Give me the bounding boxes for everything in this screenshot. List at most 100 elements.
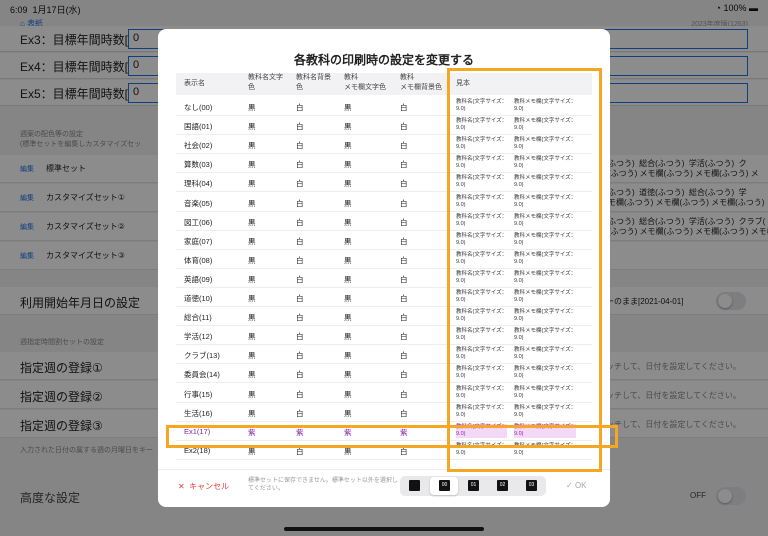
subject-bg-color: 白 [296,160,304,170]
memo-text-color: 黒 [344,198,352,208]
subject-bg-color: 白 [296,370,304,380]
subject-text-color: 黒 [248,408,256,418]
memo-text-color: 黒 [344,389,352,399]
memo-text-color: 黒 [344,313,352,323]
memo-text-color: 黒 [344,122,352,132]
memo-text-color: 黒 [344,217,352,227]
memo-bg-color: 白 [400,351,408,361]
subject-bg-color: 白 [296,217,304,227]
memo-bg-color: 白 [400,217,408,227]
subject-bg-color: 白 [296,274,304,284]
set-selector[interactable]: 00 01 02 03 [400,476,546,496]
memo-bg-color: 白 [400,389,408,399]
header-memo-bg-color: 教科 メモ欄背景色 [400,74,442,91]
subject-bg-color: 白 [296,122,304,132]
sample-column-highlight [447,68,602,472]
subject-name: 社会(02) [184,141,213,151]
memo-bg-color: 白 [400,274,408,284]
memo-text-color: 黒 [344,332,352,342]
subject-text-color: 黒 [248,389,256,399]
segment-00[interactable]: 00 [439,480,450,491]
subject-text-color: 黒 [248,332,256,342]
subject-name: 音楽(05) [184,198,213,208]
header-subject-bg-color: 教科名背景 色 [296,74,331,91]
header-subject-text-color: 教科名文字 色 [248,74,283,91]
subject-text-color: 黒 [248,255,256,265]
memo-text-color: 黒 [344,236,352,246]
memo-bg-color: 白 [400,370,408,380]
subject-bg-color: 白 [296,294,304,303]
memo-text-color: 黒 [344,370,352,380]
memo-bg-color: 白 [400,122,408,132]
subject-text-color: 黒 [248,313,256,323]
memo-bg-color: 白 [400,179,408,189]
subject-name: 行事(15) [184,389,213,399]
subject-bg-color: 白 [296,408,304,418]
memo-bg-color: 白 [400,141,408,151]
memo-text-color: 黒 [344,351,352,361]
ok-button[interactable]: ✓ OK [566,481,587,490]
memo-bg-color: 白 [400,160,408,170]
subject-bg-color: 白 [296,103,304,112]
memo-text-color: 黒 [344,408,352,418]
dialog-title: 各教科の印刷時の設定を変更する [293,53,474,67]
subject-bg-color: 白 [296,389,304,399]
footer-note: 標準セットに保存できません。標準セット以外を選択してください。 [248,478,398,492]
segment-02[interactable]: 02 [497,480,508,491]
memo-bg-color: 白 [400,294,408,303]
subject-text-color: 黒 [248,370,256,380]
subject-name: 学活(12) [184,332,213,342]
subject-bg-color: 白 [296,332,304,342]
memo-bg-color: 白 [400,313,408,323]
segment-standard[interactable] [409,480,420,491]
subject-name: なし(00) [184,103,213,112]
subject-name: 道徳(10) [184,294,213,303]
subject-bg-color: 白 [296,198,304,208]
memo-text-color: 黒 [344,255,352,265]
subject-text-color: 黒 [248,141,256,151]
subject-name: 図工(06) [184,217,213,227]
subject-bg-color: 白 [296,236,304,246]
subject-text-color: 黒 [248,103,256,112]
memo-text-color: 黒 [344,294,352,303]
header-memo-text-color: 教科 メモ欄文字色 [344,74,386,91]
memo-bg-color: 白 [400,236,408,246]
memo-text-color: 黒 [344,160,352,170]
subject-text-color: 黒 [248,274,256,284]
subject-text-color: 黒 [248,122,256,132]
subject-name: 英語(09) [184,274,213,284]
home-indicator [284,527,484,531]
memo-text-color: 黒 [344,179,352,189]
subject-text-color: 黒 [248,294,256,303]
subject-text-color: 黒 [248,198,256,208]
memo-bg-color: 白 [400,408,408,418]
subject-bg-color: 白 [296,351,304,361]
subject-text-color: 黒 [248,179,256,189]
subject-text-color: 黒 [248,236,256,246]
memo-bg-color: 白 [400,103,408,112]
segment-01[interactable]: 01 [468,480,479,491]
subject-name: 家庭(07) [184,236,213,246]
subject-bg-color: 白 [296,179,304,189]
subject-name: 総合(11) [184,313,212,323]
memo-bg-color: 白 [400,255,408,265]
subject-name: 国語(01) [184,122,213,132]
subject-name: 理科(04) [184,179,213,189]
dialog-footer: ✕ キャンセル 標準セットに保存できません。標準セット以外を選択してください。 … [158,469,610,505]
header-name: 表示名 [184,80,205,87]
subject-text-color: 黒 [248,217,256,227]
memo-text-color: 黒 [344,141,352,151]
subject-name: 算数(03) [184,160,213,170]
memo-text-color: 黒 [344,274,352,284]
subject-text-color: 黒 [248,351,256,361]
subject-text-color: 黒 [248,160,256,170]
memo-bg-color: 白 [400,198,408,208]
subject-name: 生活(16) [184,408,213,418]
subject-name: 体育(08) [184,255,213,265]
subject-bg-color: 白 [296,255,304,265]
ex1-row-highlight [166,425,618,448]
segment-03[interactable]: 03 [526,480,537,491]
subject-name: 委員会(14) [184,370,220,380]
subject-bg-color: 白 [296,313,304,323]
cancel-button[interactable]: ✕ キャンセル [178,481,229,492]
